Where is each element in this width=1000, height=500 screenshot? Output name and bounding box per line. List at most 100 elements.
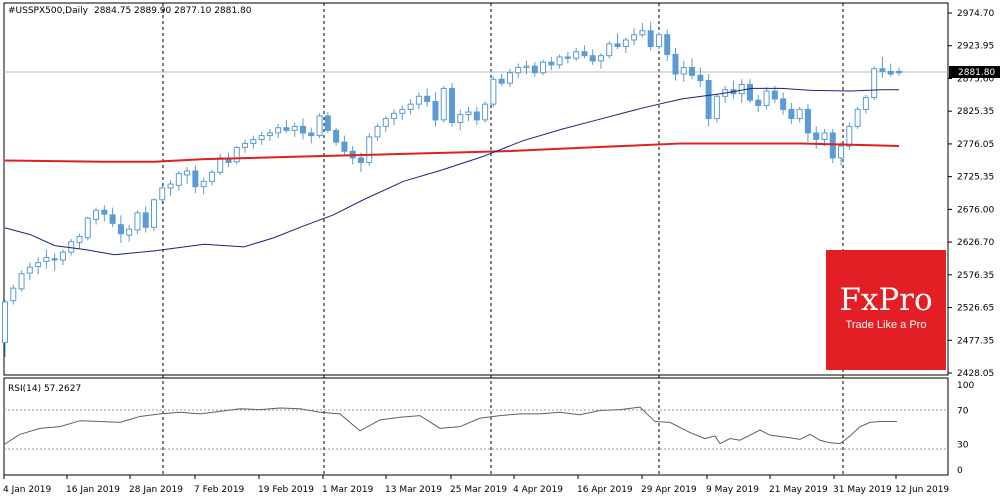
candle-body: [300, 125, 306, 134]
candle-body: [515, 66, 522, 74]
candle-body: [697, 74, 704, 82]
time-tick-label: 7 Feb 2019: [194, 485, 245, 495]
candle-body: [664, 34, 671, 55]
candle-body: [415, 95, 422, 105]
time-tick-label: 12 Jun 2019: [895, 485, 949, 495]
candle-body: [896, 70, 902, 74]
candle-body: [192, 170, 199, 188]
candle-body: [117, 224, 124, 235]
price-tick-label: 2923.95: [957, 42, 994, 52]
candle-body: [333, 129, 340, 143]
candle-body: [93, 209, 100, 220]
time-tick-label: 4 Apr 2019: [513, 485, 563, 495]
candle-body: [291, 125, 298, 131]
time-tick-label: 28 Jan 2019: [129, 485, 183, 495]
candle-body: [614, 43, 621, 48]
candle-body: [374, 125, 381, 138]
price-axis: 2974.702923.952875.602825.352776.052725.…: [948, 9, 994, 379]
brand-name: FxPro: [839, 282, 933, 318]
time-tick-label: 16 Apr 2019: [577, 485, 633, 495]
candle-body: [829, 132, 836, 159]
candle-body: [208, 171, 215, 182]
time-tick-label: 21 May 2019: [769, 485, 828, 495]
candle-body: [589, 55, 596, 62]
candle-body: [556, 56, 563, 66]
candle-body: [846, 125, 853, 147]
rsi-axis: 100 70 30 0: [957, 381, 974, 476]
price-tick-label: 2576.35: [957, 271, 994, 281]
candle-body: [101, 209, 108, 215]
candle-body: [796, 108, 803, 120]
candle-body: [2, 301, 8, 344]
time-tick-label: 13 Mar 2019: [385, 485, 442, 495]
candle-body: [167, 183, 174, 189]
candle-body: [672, 53, 679, 75]
candle-body: [76, 235, 83, 243]
candle-body: [26, 266, 33, 274]
time-tick-label: 9 May 2019: [706, 485, 759, 495]
candle-body: [184, 170, 191, 176]
candle-body: [316, 115, 323, 137]
candle-body: [680, 66, 687, 75]
time-tick-label: 1 Mar 2019: [322, 485, 374, 495]
candle-body: [341, 141, 348, 152]
time-axis: 4 Jan 2019 16 Jan 2019 28 Jan 2019 7 Feb 20…: [3, 475, 949, 495]
candle-body: [449, 87, 455, 123]
candle-body: [647, 30, 654, 48]
candle-body: [763, 90, 770, 106]
candle-body: [780, 98, 787, 110]
candle-body: [250, 139, 257, 144]
candle-body: [689, 66, 696, 76]
candle-body: [473, 111, 480, 121]
candle-body: [598, 55, 604, 62]
candle-body: [159, 187, 166, 201]
price-tick-label: 2526.65: [957, 304, 994, 314]
candle-body: [498, 78, 505, 84]
candle-body: [631, 34, 638, 41]
candle-body: [357, 157, 364, 163]
candle-body: [523, 65, 530, 68]
candle-body: [490, 78, 497, 105]
fxpro-logo: FxPro Trade Like a Pro: [826, 250, 946, 370]
candle-body: [755, 99, 762, 106]
candle-body: [18, 273, 25, 290]
candle-body: [10, 287, 17, 302]
candle-body: [548, 61, 555, 66]
brand-tagline: Trade Like a Pro: [845, 319, 927, 331]
time-tick-label: 31 May 2019: [833, 485, 892, 495]
candle-body: [308, 132, 315, 137]
candle-body: [813, 132, 820, 141]
candle-body: [705, 80, 712, 120]
candle-body: [233, 146, 240, 163]
candle-body: [391, 112, 398, 120]
candle-body: [283, 127, 290, 131]
candle-body: [788, 108, 795, 120]
candle-body: [51, 258, 58, 261]
price-tick-label: 2428.05: [957, 369, 994, 379]
candle-body: [134, 212, 141, 231]
candle-body: [440, 87, 447, 121]
candle-body: [35, 262, 42, 268]
candle-body: [175, 173, 182, 186]
candle-body: [622, 39, 629, 48]
candle-body: [540, 61, 547, 74]
rsi-tick-label: 70: [957, 407, 969, 417]
candle-body: [862, 97, 869, 110]
time-tick-label: 19 Feb 2019: [258, 485, 314, 495]
rsi-panel-frame: [3, 377, 949, 476]
candle-body: [399, 108, 406, 114]
candle-body: [242, 142, 249, 148]
price-tick-label: 2725.35: [957, 173, 994, 183]
main-panel-frame: [3, 2, 949, 376]
candle-body: [564, 56, 571, 59]
candle-body: [258, 135, 265, 141]
candle-body: [382, 118, 389, 127]
chart-symbol-label: #USSPX500,Daily 2884.75 2889.90 2877.10 2…: [8, 6, 252, 16]
candle-body: [482, 103, 489, 121]
price-tick-label: 2825.35: [957, 107, 994, 117]
time-tick-label: 4 Jan 2019: [3, 485, 51, 495]
candle-body: [771, 90, 778, 100]
rsi-indicator-label: RSI(14) 57.2627: [8, 384, 81, 394]
rsi-tick-label: 0: [957, 466, 963, 476]
candle-body: [606, 43, 613, 57]
